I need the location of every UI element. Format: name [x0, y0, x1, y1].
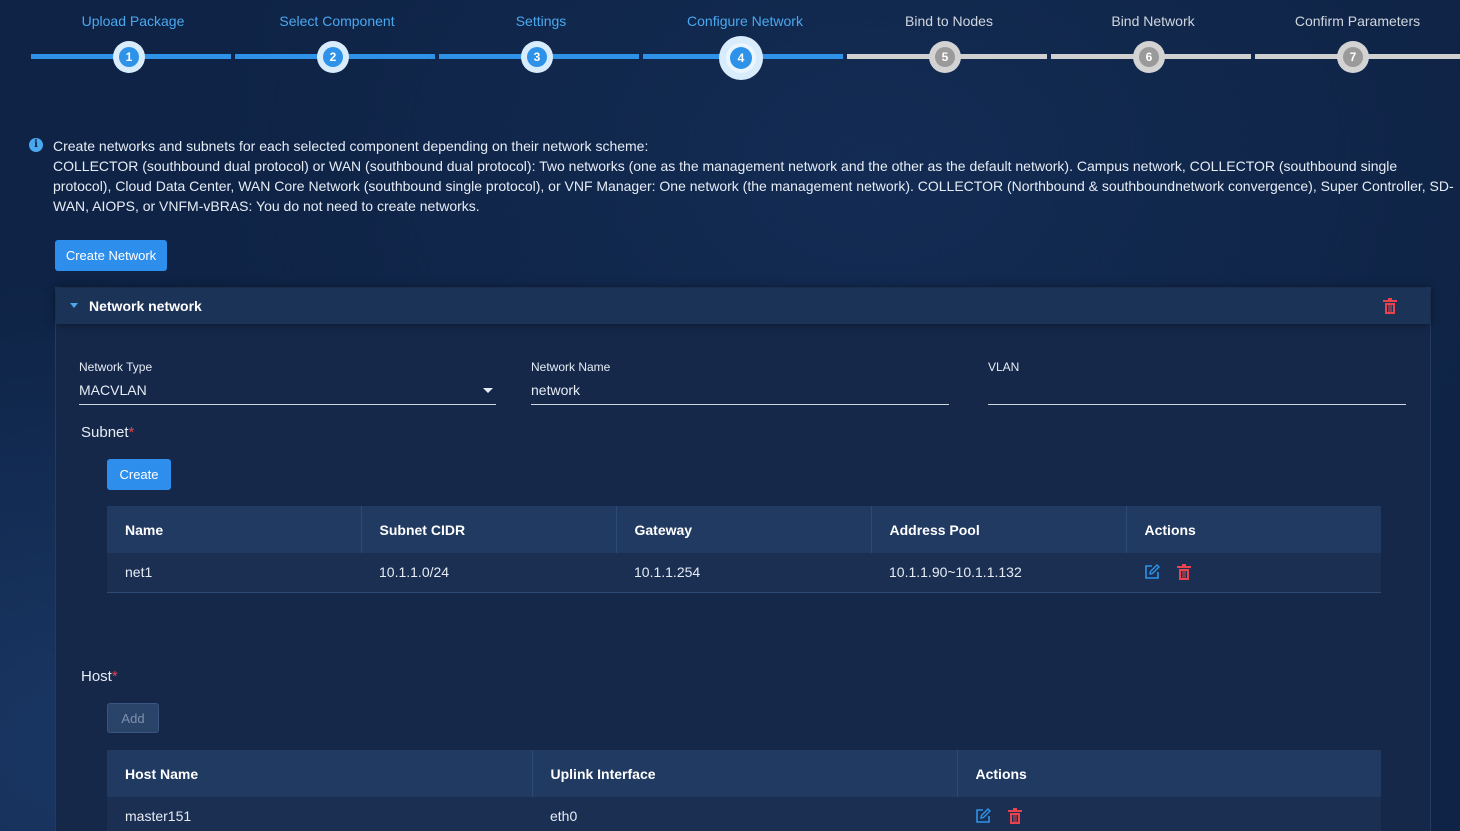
network-panel-header[interactable]: Network network	[56, 288, 1430, 324]
column-header: Host Name	[107, 750, 533, 797]
actions-cell	[957, 797, 1381, 831]
chevron-down-icon[interactable]	[483, 388, 493, 393]
step-number-badge: 1	[113, 41, 145, 73]
table-header-row: Host Name Uplink Interface Actions	[107, 750, 1381, 797]
subnet-pool-cell: 10.1.1.90~10.1.1.132	[871, 553, 1126, 593]
network-name-label: Network Name	[531, 360, 611, 374]
subnet-section-label: Subnet*	[81, 424, 135, 441]
info-title: Create networks and subnets for each sel…	[53, 138, 649, 154]
create-network-button[interactable]: Create Network	[55, 240, 167, 271]
step-select-component[interactable]: Select Component 2	[235, 0, 439, 90]
info-icon: i	[29, 138, 43, 152]
step-number-badge: 6	[1133, 41, 1165, 73]
step-label: Upload Package	[81, 13, 185, 29]
column-header: Gateway	[616, 506, 872, 553]
network-type-value[interactable]: MACVLAN	[79, 382, 496, 402]
column-header: Name	[107, 506, 362, 553]
step-confirm-parameters[interactable]: Confirm Parameters 7	[1255, 0, 1460, 90]
uplink-interface-cell: eth0	[532, 797, 957, 831]
network-type-select[interactable]: Network Type MACVLAN	[79, 360, 496, 405]
network-panel: Network network Network Type MACVLAN Net…	[55, 287, 1431, 831]
edit-icon[interactable]	[975, 808, 991, 824]
step-number-badge: 4	[719, 36, 763, 80]
wizard-stepper: Upload Package 1 Select Component 2 Sett…	[0, 0, 1460, 90]
column-header: Address Pool	[871, 506, 1127, 553]
table-header-row: Name Subnet CIDR Gateway Address Pool Ac…	[107, 506, 1381, 553]
column-header: Actions	[957, 750, 1381, 797]
step-label: Configure Network	[687, 13, 803, 29]
collapse-caret-icon[interactable]	[70, 303, 78, 308]
step-number-badge: 5	[929, 41, 961, 73]
column-header: Subnet CIDR	[361, 506, 617, 553]
delete-network-trash-icon[interactable]	[1383, 298, 1397, 314]
table-row: net1 10.1.1.0/24 10.1.1.254 10.1.1.90~10…	[107, 553, 1381, 593]
network-name-input[interactable]: network	[531, 382, 949, 402]
host-section-label: Host*	[81, 668, 118, 685]
step-label: Bind Network	[1111, 13, 1195, 29]
table-row: master151 eth0	[107, 797, 1381, 831]
actions-cell	[1126, 553, 1381, 593]
edit-icon[interactable]	[1144, 564, 1160, 580]
network-name-field[interactable]: Network Name network	[531, 360, 949, 405]
step-label: Settings	[515, 13, 567, 29]
step-bind-network[interactable]: Bind Network 6	[1051, 0, 1255, 90]
step-number-badge: 7	[1337, 41, 1369, 73]
step-label: Select Component	[279, 13, 395, 29]
panel-title: Network network	[89, 298, 202, 314]
column-header: Uplink Interface	[532, 750, 958, 797]
vlan-label: VLAN	[988, 360, 1020, 374]
step-settings[interactable]: Settings 3	[439, 0, 643, 90]
create-subnet-button[interactable]: Create	[107, 459, 171, 490]
step-number-badge: 3	[521, 41, 553, 73]
info-body: COLLECTOR (southbound dual protocol) or …	[53, 158, 1454, 214]
vlan-input[interactable]	[988, 382, 1406, 402]
step-label: Confirm Parameters	[1294, 13, 1421, 29]
subnet-cidr-cell: 10.1.1.0/24	[361, 553, 616, 593]
network-type-label: Network Type	[79, 360, 153, 374]
step-configure-network[interactable]: Configure Network 4	[643, 0, 847, 90]
step-label: Bind to Nodes	[905, 13, 993, 29]
step-upload-package[interactable]: Upload Package 1	[31, 0, 235, 90]
vlan-field[interactable]: VLAN	[988, 360, 1406, 405]
column-header: Actions	[1126, 506, 1381, 553]
add-host-button[interactable]: Add	[107, 703, 159, 733]
delete-trash-icon[interactable]	[1176, 564, 1192, 581]
host-table: Host Name Uplink Interface Actions maste…	[107, 750, 1381, 831]
delete-trash-icon[interactable]	[1007, 808, 1023, 825]
subnet-table: Name Subnet CIDR Gateway Address Pool Ac…	[107, 506, 1381, 593]
subnet-name-cell: net1	[107, 553, 361, 593]
subnet-gateway-cell: 10.1.1.254	[616, 553, 871, 593]
step-number-badge: 2	[317, 41, 349, 73]
host-name-cell: master151	[107, 797, 532, 831]
step-bind-to-nodes[interactable]: Bind to Nodes 5	[847, 0, 1051, 90]
